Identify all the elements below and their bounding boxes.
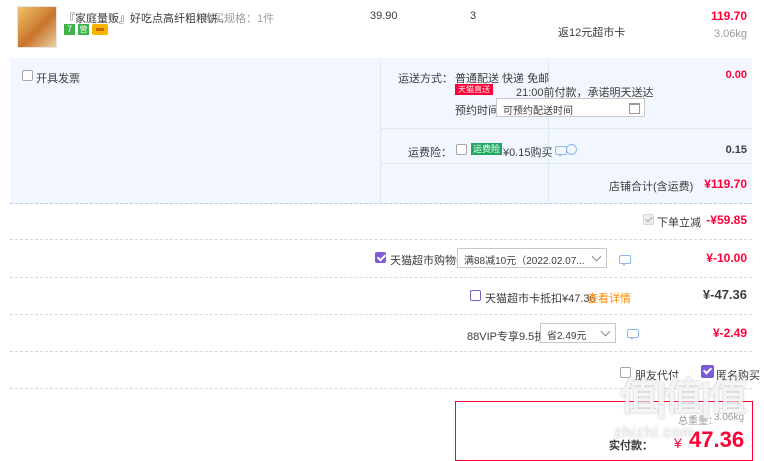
badge-seven: 7 [64,24,75,35]
anonymous-label: 匿名购买 [716,370,760,382]
shipping-label: 运送方式： [398,73,453,85]
unit-price: 39.90 [370,10,398,22]
coupon-select[interactable]: 满88减10元（2022.02.07... [457,248,607,268]
vip-discount-label: 88VIP专享9.5折 [467,331,546,343]
express-tag: 天猫直送 [455,84,493,95]
supermarket-card-checkbox[interactable] [470,290,481,301]
vip-discount-value: 省2.49元 [547,331,587,342]
item-subtotal: 119.70 [710,9,747,23]
invoice-label: 开具发票 [36,73,80,85]
insurance-checkbox[interactable] [456,144,467,155]
info-icon[interactable] [566,144,577,155]
coupon-checkbox[interactable] [375,252,386,263]
appointment-time-value: 可预约配送时间 [503,106,573,117]
badge-ying: 营 [78,24,89,35]
coupon-help-icon[interactable] [619,255,631,266]
coupon-label: 天猫超市购物券 [390,255,467,267]
instant-discount-amount: -¥59.85 [706,213,747,227]
vip-discount-amount: ¥-2.49 [712,326,747,340]
store-total-amount: ¥119.70 [704,177,747,191]
insurance-price: ¥0.15购买 [503,147,553,159]
friend-pay-checkbox[interactable] [620,367,631,378]
friend-pay-label: 朋友代付 [635,370,679,382]
insurance-tag: 运费险 [471,143,503,155]
vip-help-icon[interactable] [627,329,639,340]
item-row: 『家庭量贩』好吃点高纤粗粮饼... 购买规格：1件 7 营 39.90 3 返1… [0,0,764,52]
appointment-label: 预约时间 [455,105,499,117]
invoice-checkbox[interactable] [22,70,33,81]
supermarket-card-label: 天猫超市卡抵扣¥47.36 [485,293,596,305]
quantity: 3 [470,10,477,22]
store-total-label: 店铺合计(含运费) [609,181,694,193]
shipping-fee: 0.00 [725,69,747,81]
coupon-amount: ¥-10.00 [706,251,747,265]
insurance-label: 运费险： [408,147,452,159]
chevron-down-icon [591,251,602,262]
appointment-time-select[interactable]: 可预约配送时间 [496,98,645,117]
item-weight: 3.06kg [713,28,747,40]
instant-discount-checkbox [643,214,654,225]
instant-discount-label: 下单立减 [657,217,701,229]
insurance-amount: 0.15 [725,144,747,156]
calendar-icon [629,103,640,114]
watermark-url: zhizhi.com [614,424,695,441]
order-options-panel: 开具发票 运送方式： 普通配送 快递 免邮 天猫直送 21:00前付款，承诺明天… [10,58,752,204]
rebate-text: 返12元超市卡 [558,27,626,39]
coupon-select-value: 满88减10元（2022.02.07... [464,256,585,267]
product-spec: 购买规格：1件 [202,13,275,25]
product-thumbnail[interactable] [17,6,57,48]
payment-summary-box: 总重量： 3.06kg 实付款： ¥ 47.36 [455,401,753,461]
anonymous-checkbox[interactable] [701,365,714,378]
chevron-down-icon [600,326,611,337]
total-weight: 3.06kg [714,412,745,423]
card-icon [92,24,108,35]
paid-amount: 47.36 [689,427,745,452]
vip-discount-select[interactable]: 省2.49元 [540,323,616,343]
supermarket-card-amount: ¥-47.36 [702,287,747,302]
view-details-link[interactable]: 查看详情 [587,290,631,306]
